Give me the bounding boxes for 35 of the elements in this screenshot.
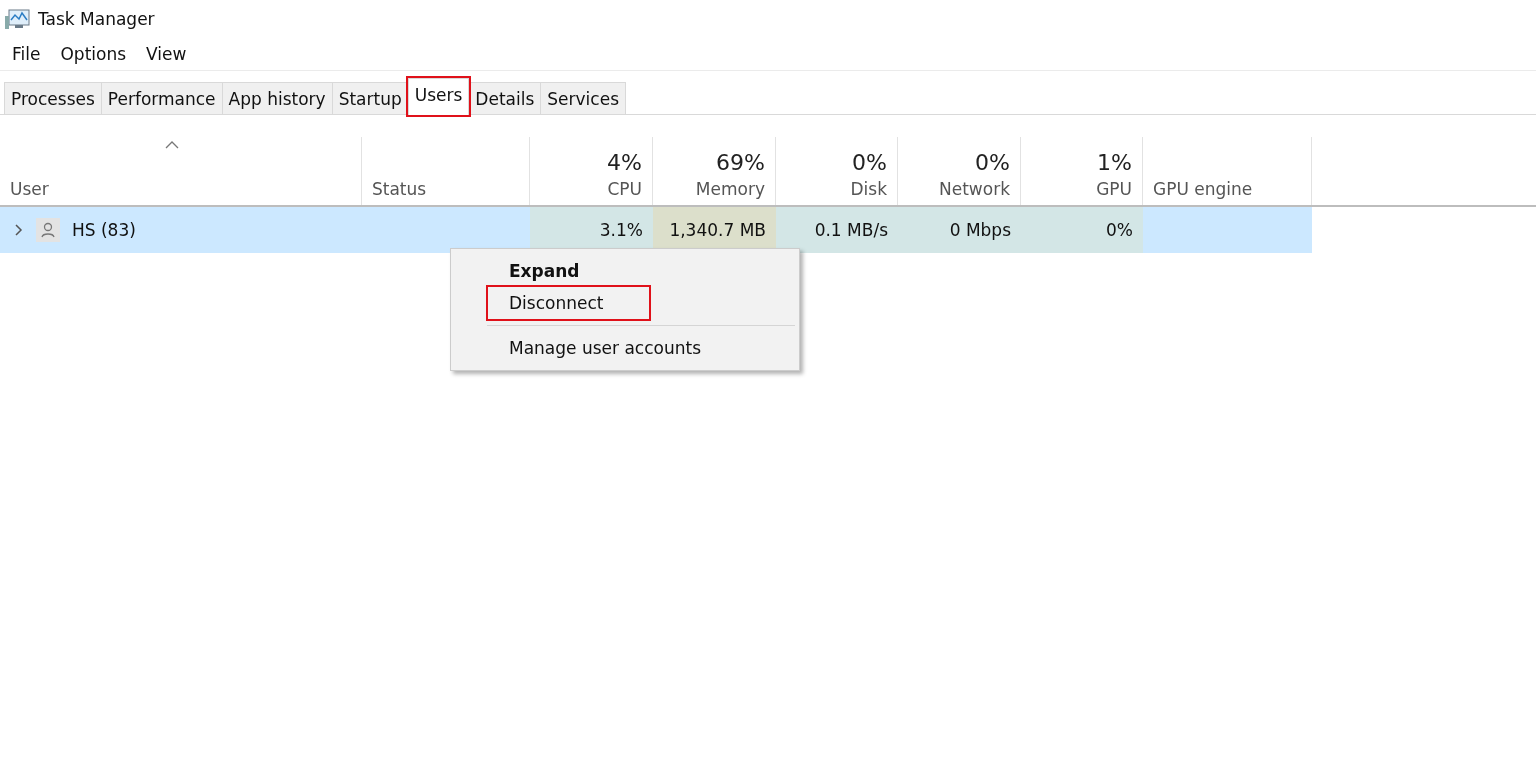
menu-item[interactable]: Disconnect [488, 287, 650, 319]
column-total: 0% [852, 150, 887, 175]
menu-item[interactable]: File [4, 42, 49, 66]
column-header[interactable]: CPU [607, 179, 642, 199]
table-cell: 0% [1021, 207, 1143, 253]
column-total: 0% [975, 150, 1010, 175]
tab[interactable]: Details [468, 82, 542, 114]
menu-item[interactable]: Expand [499, 255, 590, 287]
tab[interactable]: App history [221, 82, 333, 114]
column-total: 1% [1097, 150, 1132, 175]
user-row[interactable]: HS (83) [0, 207, 362, 253]
window-title: Task Manager [38, 9, 155, 29]
column-header[interactable]: GPU [1096, 179, 1132, 199]
column-header[interactable]: Network [939, 179, 1010, 199]
menu-item[interactable]: View [138, 42, 195, 66]
tab[interactable]: Users [407, 78, 470, 115]
column-header[interactable]: Status [372, 179, 519, 199]
column-header[interactable]: GPU engine [1153, 179, 1301, 199]
table-cell: 0 Mbps [898, 207, 1021, 253]
menu-item[interactable]: Manage user accounts [499, 332, 711, 364]
column-total: 4% [607, 150, 642, 175]
column-header[interactable]: Disk [850, 179, 887, 199]
user-icon [36, 218, 60, 242]
tab[interactable]: Startup [331, 82, 409, 114]
app-icon [4, 8, 30, 30]
menu-item[interactable]: Options [52, 42, 135, 66]
tab[interactable]: Processes [4, 82, 102, 114]
tab[interactable]: Performance [100, 82, 223, 114]
table-cell: 0.1 MB/s [776, 207, 898, 253]
chevron-icon[interactable] [14, 223, 24, 237]
column-header[interactable]: Memory [695, 179, 765, 199]
column-header[interactable]: User [10, 179, 351, 199]
tab[interactable]: Services [540, 82, 626, 114]
column-total: 69% [716, 150, 765, 175]
user-name: HS (83) [72, 220, 136, 240]
